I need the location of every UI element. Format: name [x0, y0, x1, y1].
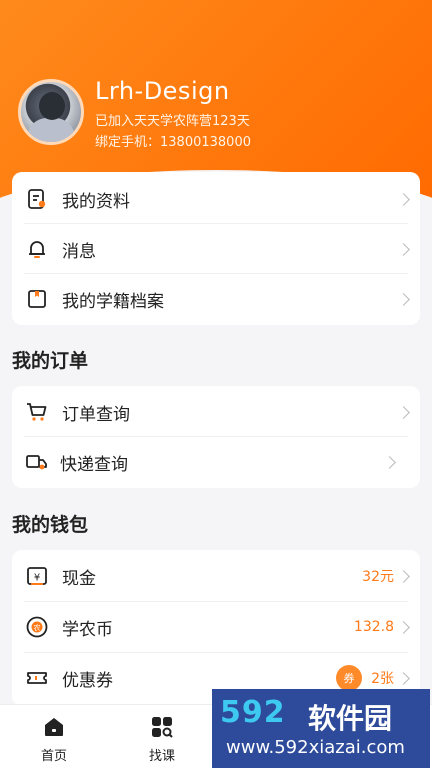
- cart-icon: [26, 401, 48, 423]
- home-icon: [42, 715, 66, 739]
- chevron-right-icon: [397, 405, 410, 419]
- chevron-right-icon: [397, 292, 410, 306]
- archive-icon: [26, 288, 48, 310]
- user-name: Lrh-Design: [95, 77, 230, 105]
- order-query-item[interactable]: 订单查询: [12, 387, 420, 437]
- svg-text:农: 农: [34, 623, 41, 632]
- menu-item-label: 现金: [62, 568, 96, 589]
- express-query-item[interactable]: 快递查询: [12, 437, 420, 487]
- wallet-card: ¥ 现金 32元 农 学农币 132.8 优惠券 券 2张: [12, 550, 420, 706]
- cash-value: 32元: [362, 569, 394, 585]
- menu-item-label: 学农币: [62, 619, 113, 640]
- menu-item-label: 订单查询: [62, 404, 130, 425]
- chevron-right-icon: [397, 569, 410, 583]
- coin-icon: 农: [26, 616, 48, 638]
- menu-item-archive[interactable]: 我的学籍档案: [12, 274, 420, 324]
- menu-item-messages[interactable]: 消息: [12, 224, 420, 274]
- account-menu-card: 我的资料 消息 我的学籍档案: [12, 172, 420, 325]
- site-watermark: 592 软件园 www.592xiazai.com: [212, 689, 430, 768]
- tab-label: 首页: [40, 749, 67, 764]
- watermark-url: www.592xiazai.com: [226, 737, 405, 758]
- svg-text:¥: ¥: [34, 573, 40, 584]
- wallet-coin-item[interactable]: 农 学农币 132.8: [12, 602, 420, 652]
- profile-doc-icon: [26, 188, 48, 210]
- wallet-section-title: 我的钱包: [12, 514, 89, 536]
- menu-item-label: 优惠券: [62, 670, 113, 691]
- coupon-badge: 券: [336, 665, 362, 691]
- join-days: 已加入天天学农阵营123天: [95, 114, 250, 129]
- chevron-right-icon: [397, 242, 410, 256]
- coupon-count: 2张: [371, 671, 394, 687]
- bound-phone: 绑定手机：13800138000: [95, 135, 251, 150]
- tab-label: 找课: [148, 749, 175, 764]
- chevron-right-icon: [397, 671, 410, 685]
- menu-item-label: 我的学籍档案: [62, 291, 164, 312]
- wallet-cash-item[interactable]: ¥ 现金 32元: [12, 551, 420, 601]
- orders-card: 订单查询 快递查询: [12, 386, 420, 488]
- menu-item-label: 消息: [62, 241, 96, 262]
- orders-section-title: 我的订单: [12, 350, 89, 372]
- coin-value: 132.8: [353, 619, 394, 635]
- menu-item-label: 我的资料: [62, 191, 130, 212]
- truck-icon: [26, 451, 48, 473]
- ticket-icon: [26, 667, 48, 689]
- watermark-brand-number: 592: [220, 695, 286, 730]
- menu-item-label: 快递查询: [60, 454, 128, 475]
- menu-item-profile[interactable]: 我的资料: [12, 174, 420, 224]
- avatar-head: [39, 92, 65, 120]
- watermark-brand-text: 软件园: [308, 702, 393, 735]
- tab-home[interactable]: 首页: [0, 705, 108, 768]
- tab-find-course[interactable]: 找课: [108, 705, 216, 768]
- bell-icon: [26, 238, 48, 260]
- chevron-right-icon: [383, 455, 396, 469]
- avatar[interactable]: [18, 79, 84, 145]
- grid-search-icon: [150, 715, 174, 739]
- yen-icon: ¥: [26, 565, 48, 587]
- chevron-right-icon: [397, 192, 410, 206]
- chevron-right-icon: [397, 620, 410, 634]
- avatar-body: [27, 118, 75, 142]
